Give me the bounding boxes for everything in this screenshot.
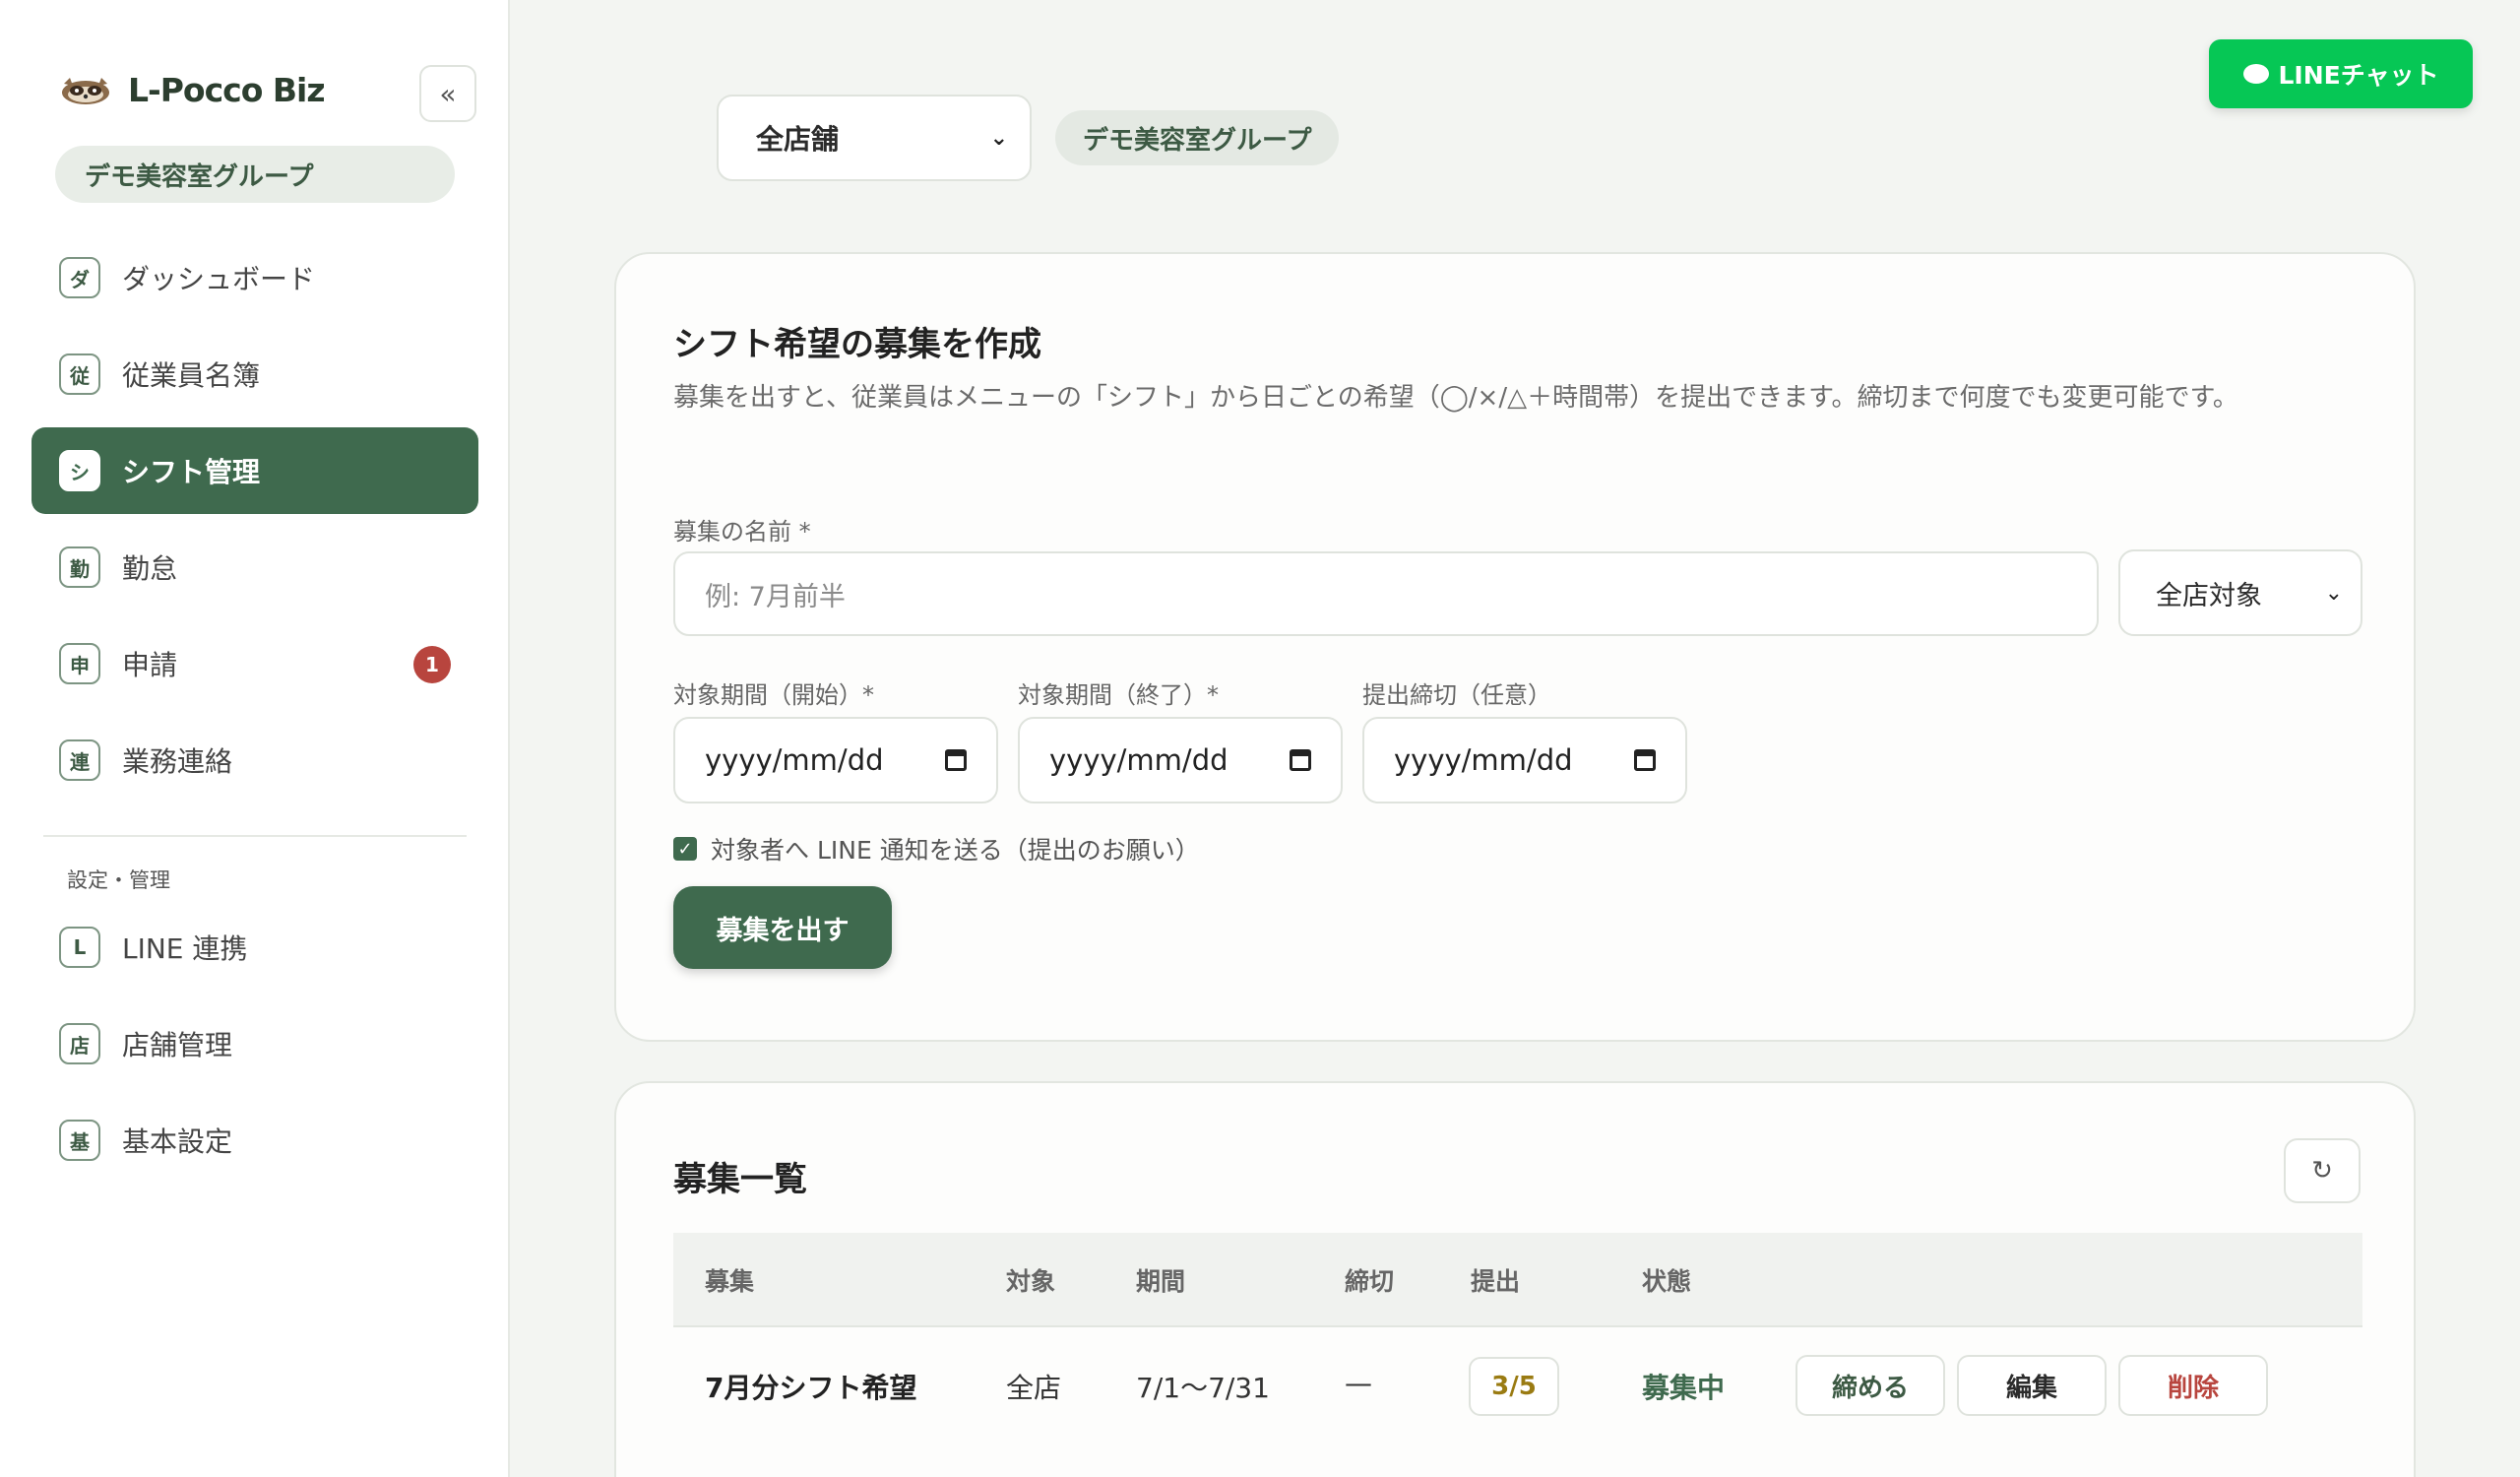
date-placeholder: yyyy/mm/dd — [705, 743, 884, 777]
sidebar-item-line[interactable]: L LINE 連携 — [32, 904, 478, 991]
sidebar-item-dashboard[interactable]: ダ ダッシュボード — [32, 234, 478, 321]
card-title: シフト希望の募集を作成 — [673, 325, 1041, 364]
recruitment-list-card: 募集一覧 ↻ 募集 対象 期間 締切 提出 状態 7月分シフト希望 全店 7/1… — [614, 1081, 2416, 1477]
scope-select[interactable]: 全店対象 ⌄ — [2118, 549, 2362, 636]
table-row: 7月分シフト希望 全店 7/1〜7/31 — 3/5 募集中 締める 編集 削除 — [673, 1327, 2362, 1444]
sidebar-item-settings[interactable]: 基 基本設定 — [32, 1097, 478, 1184]
line-icon: L — [59, 927, 100, 968]
main-nav: ダ ダッシュボード 従 従業員名簿 シ シフト管理 勤 勤怠 申 申請 1 連 … — [32, 234, 478, 813]
sidebar-item-label: シフト管理 — [122, 456, 261, 488]
shift-icon: シ — [59, 450, 100, 491]
group-chip: デモ美容室グループ — [1055, 110, 1340, 165]
store-select-value: 全店舗 — [756, 123, 840, 156]
column-header: 提出 — [1471, 1267, 1521, 1296]
raccoon-logo-icon — [59, 76, 112, 105]
recruitment-name: 7月分シフト希望 — [705, 1372, 917, 1404]
end-date-label: 対象期間（終了）* — [1018, 681, 1219, 709]
sidebar-item-label: 店舗管理 — [122, 1029, 233, 1061]
deadline-label: 提出締切（任意） — [1362, 681, 1551, 709]
settings-nav: L LINE 連携 店 店舗管理 基 基本設定 — [32, 904, 478, 1193]
column-header: 募集 — [705, 1267, 755, 1296]
date-placeholder: yyyy/mm/dd — [1394, 743, 1573, 777]
start-date-input[interactable]: yyyy/mm/dd — [673, 717, 998, 803]
sidebar-item-shift[interactable]: シ シフト管理 — [32, 427, 478, 514]
app-name: L-Pocco Biz — [128, 71, 326, 109]
line-notify-label: 対象者へ LINE 通知を送る（提出のお願い） — [711, 836, 1200, 865]
edit-button[interactable]: 編集 — [1957, 1355, 2107, 1416]
sidebar: L-Pocco Biz « デモ美容室グループ ダ ダッシュボード 従 従業員名… — [0, 0, 510, 1477]
sidebar-item-employees[interactable]: 従 従業員名簿 — [32, 331, 478, 417]
sidebar-item-notices[interactable]: 連 業務連絡 — [32, 717, 478, 803]
post-recruitment-button[interactable]: 募集を出す — [673, 886, 892, 969]
column-header: 締切 — [1345, 1267, 1395, 1296]
settings-section-label: 設定・管理 — [67, 868, 170, 892]
line-notify-checkbox[interactable]: ✓ — [673, 837, 697, 861]
nav-divider — [43, 835, 467, 837]
notification-badge: 1 — [413, 646, 451, 683]
delete-button[interactable]: 削除 — [2118, 1355, 2268, 1416]
submission-count[interactable]: 3/5 — [1469, 1357, 1559, 1416]
attendance-icon: 勤 — [59, 546, 100, 588]
sidebar-item-label: LINE 連携 — [122, 932, 248, 965]
column-header: 状態 — [1642, 1267, 1692, 1296]
calendar-icon[interactable] — [1634, 749, 1656, 771]
refresh-button[interactable]: ↻ — [2284, 1138, 2361, 1203]
requests-icon: 申 — [59, 643, 100, 684]
sidebar-item-stores[interactable]: 店 店舗管理 — [32, 1000, 478, 1087]
org-badge: デモ美容室グループ — [55, 146, 455, 203]
dashboard-icon: ダ — [59, 257, 100, 298]
sidebar-item-attendance[interactable]: 勤 勤怠 — [32, 524, 478, 610]
status-badge: 募集中 — [1642, 1372, 1726, 1404]
double-chevron-left-icon: « — [439, 77, 457, 110]
employees-icon: 従 — [59, 353, 100, 395]
list-title: 募集一覧 — [673, 1160, 807, 1199]
sidebar-item-label: 基本設定 — [122, 1125, 233, 1158]
sidebar-item-label: ダッシュボード — [122, 263, 316, 295]
chat-bubble-icon — [2242, 64, 2269, 84]
chevron-down-icon: ⌄ — [989, 125, 1008, 151]
store-icon: 店 — [59, 1023, 100, 1064]
sidebar-item-label: 従業員名簿 — [122, 359, 261, 392]
chevron-down-icon: ⌄ — [2324, 580, 2343, 606]
notices-icon: 連 — [59, 739, 100, 781]
card-description: 募集を出すと、従業員はメニューの「シフト」から日ごとの希望（◯/×/△＋時間帯）… — [673, 383, 2238, 413]
line-chat-label: LINEチャット — [2278, 61, 2439, 90]
calendar-icon[interactable] — [1290, 749, 1311, 771]
deadline-date-input[interactable]: yyyy/mm/dd — [1362, 717, 1687, 803]
close-recruitment-button[interactable]: 締める — [1796, 1355, 1945, 1416]
column-header: 期間 — [1136, 1267, 1186, 1296]
recruitment-deadline: — — [1345, 1367, 1372, 1399]
recruitment-table: 募集 対象 期間 締切 提出 状態 7月分シフト希望 全店 7/1〜7/31 —… — [673, 1233, 2362, 1444]
collapse-sidebar-button[interactable]: « — [419, 65, 476, 122]
name-placeholder: 例: 7月前半 — [705, 581, 846, 612]
store-select[interactable]: 全店舗 ⌄ — [717, 95, 1032, 181]
table-header: 募集 対象 期間 締切 提出 状態 — [673, 1233, 2362, 1327]
settings-icon: 基 — [59, 1120, 100, 1161]
start-date-label: 対象期間（開始）* — [673, 681, 874, 709]
date-placeholder: yyyy/mm/dd — [1049, 743, 1228, 777]
line-chat-button[interactable]: LINEチャット — [2209, 39, 2473, 108]
refresh-icon: ↻ — [2311, 1156, 2333, 1186]
sidebar-item-label: 業務連絡 — [122, 745, 233, 778]
end-date-input[interactable]: yyyy/mm/dd — [1018, 717, 1343, 803]
recruitment-period: 7/1〜7/31 — [1136, 1372, 1270, 1404]
brand[interactable]: L-Pocco Biz — [59, 71, 326, 109]
recruitment-target: 全店 — [1006, 1372, 1062, 1404]
column-header: 対象 — [1006, 1267, 1056, 1296]
create-recruitment-card: シフト希望の募集を作成 募集を出すと、従業員はメニューの「シフト」から日ごとの希… — [614, 252, 2416, 1042]
sidebar-item-label: 勤怠 — [122, 552, 178, 585]
line-notify-option[interactable]: ✓ 対象者へ LINE 通知を送る（提出のお願い） — [673, 831, 1200, 867]
scope-select-value: 全店対象 — [2156, 580, 2262, 611]
recruitment-name-input[interactable]: 例: 7月前半 — [673, 551, 2099, 636]
sidebar-item-requests[interactable]: 申 申請 1 — [32, 620, 478, 707]
name-label: 募集の名前 * — [673, 518, 811, 546]
sidebar-item-label: 申請 — [122, 649, 178, 681]
calendar-icon[interactable] — [945, 749, 967, 771]
